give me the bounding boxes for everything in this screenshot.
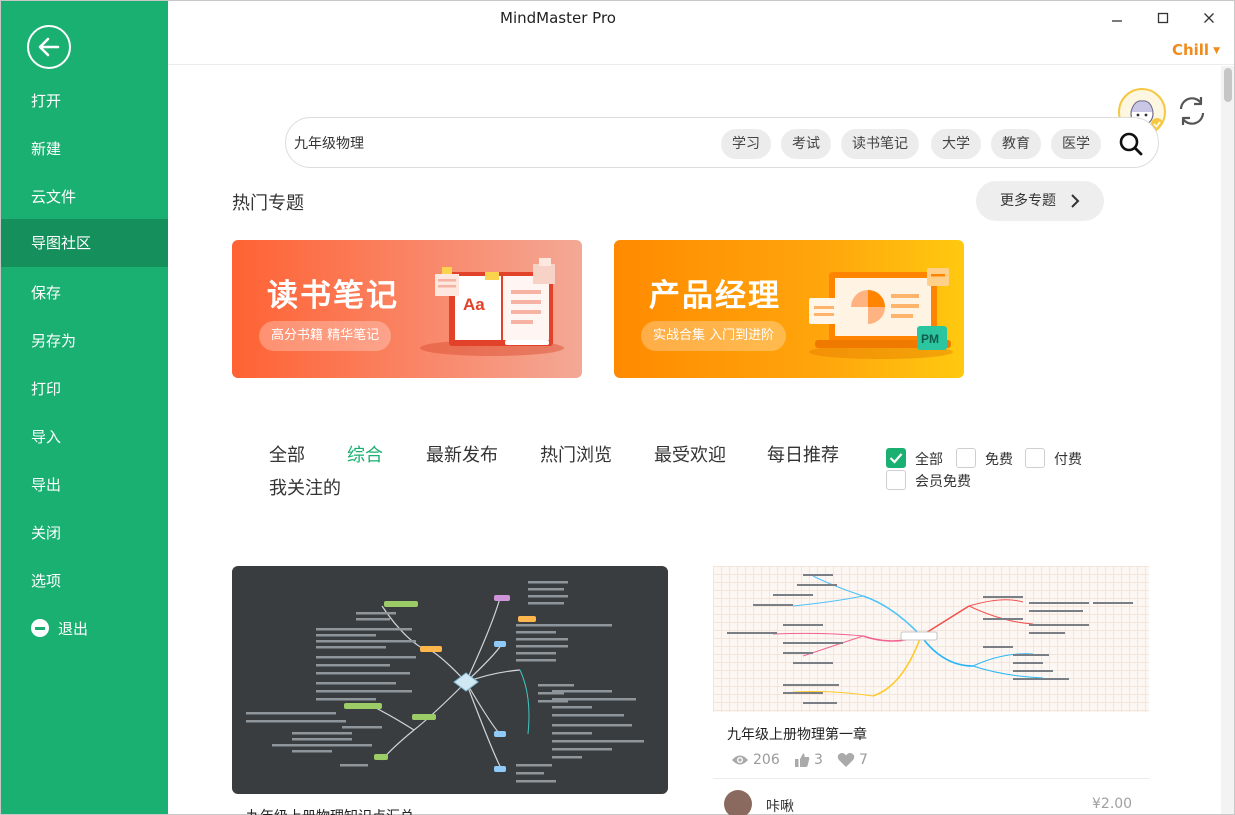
banner-reading-notes[interactable]: 读书笔记 高分书籍 精华笔记 Aa — [232, 240, 582, 378]
mindmap-thumbnail-dark — [246, 581, 644, 783]
tab-daily-picks[interactable]: 每日推荐 — [767, 441, 839, 467]
sidebar-item-options[interactable]: 选项 — [1, 557, 168, 605]
sidebar-item-community[interactable]: 导图社区 — [1, 219, 168, 267]
tab-most-popular[interactable]: 最受欢迎 — [654, 441, 726, 467]
more-topics-button[interactable]: 更多专题 — [976, 181, 1104, 221]
tab-hot-views[interactable]: 热门浏览 — [540, 441, 612, 467]
sidebar-item-exit[interactable]: 退出 — [1, 605, 168, 653]
card-divider — [713, 778, 1149, 779]
arrow-left-icon — [38, 37, 60, 57]
minimize-icon — [1112, 20, 1122, 22]
app-title: MindMaster Pro — [500, 9, 616, 27]
pm-badge: PM — [921, 332, 939, 346]
scrollbar-thumb[interactable] — [1224, 68, 1232, 102]
search-bar: 学习 考试 读书笔记 大学 教育 医学 — [285, 117, 1159, 168]
favorite-count-value: 7 — [859, 752, 868, 768]
like-count[interactable]: 3 — [794, 752, 823, 768]
filter-member-free-checkbox[interactable] — [886, 470, 906, 490]
filter-all-checkbox[interactable] — [886, 448, 906, 468]
sidebar-item-import[interactable]: 导入 — [1, 413, 168, 461]
chevron-right-icon — [1071, 194, 1080, 208]
filter-free-label: 免费 — [985, 452, 1013, 468]
view-count-value: 206 — [753, 752, 780, 768]
banner-subtitle: 实战合集 入门到进阶 — [641, 321, 787, 351]
search-tag-education[interactable]: 教育 — [991, 129, 1041, 159]
tab-following[interactable]: 我关注的 — [269, 474, 341, 500]
search-tag-study[interactable]: 学习 — [721, 129, 771, 159]
filter-member-free-label: 会员免费 — [915, 474, 971, 490]
user-name: Chill — [1171, 41, 1210, 59]
view-count: 206 — [731, 752, 780, 768]
banner-subtitle: 高分书籍 精华笔记 — [259, 321, 392, 351]
mindmap-card-thumbnail[interactable] — [232, 566, 668, 794]
tab-all[interactable]: 全部 — [269, 441, 305, 467]
sidebar-item-exit-label: 退出 — [58, 620, 89, 638]
hot-topics-title: 热门专题 — [232, 193, 304, 214]
tab-latest[interactable]: 最新发布 — [426, 441, 498, 467]
sidebar-item-close[interactable]: 关闭 — [1, 509, 168, 557]
close-window-button[interactable] — [1197, 7, 1221, 29]
maximize-button[interactable] — [1151, 7, 1175, 29]
thumbs-up-icon — [795, 753, 810, 767]
filter-paid-checkbox[interactable] — [1025, 448, 1045, 468]
more-topics-label: 更多专题 — [1000, 193, 1056, 209]
search-tag-university[interactable]: 大学 — [931, 129, 981, 159]
heart-icon — [837, 753, 855, 767]
eye-icon — [732, 755, 748, 765]
favorite-count[interactable]: 7 — [837, 752, 868, 768]
checkmark-icon — [889, 453, 903, 464]
author-avatar[interactable] — [724, 790, 752, 815]
sidebar-item-open[interactable]: 打开 — [1, 77, 168, 125]
search-icon[interactable] — [1118, 131, 1144, 157]
search-tag-reading-notes[interactable]: 读书笔记 — [841, 129, 919, 159]
filter-paid-label: 付费 — [1054, 452, 1082, 468]
sidebar-item-new[interactable]: 新建 — [1, 125, 168, 173]
card-title[interactable]: 九年级上册物理第一章 — [727, 724, 867, 744]
filter-free-checkbox[interactable] — [956, 448, 976, 468]
card-price: ¥2.00 — [1092, 796, 1133, 812]
minimize-button[interactable] — [1105, 7, 1129, 29]
caret-down-icon: ▼ — [1213, 46, 1220, 56]
banner-product-manager[interactable]: 产品经理 实战合集 入门到进阶 PM — [614, 240, 964, 378]
banner-title: 产品经理 — [649, 278, 781, 314]
open-book-illustration: Aa — [420, 258, 564, 356]
laptop-illustration: PM — [809, 268, 953, 359]
minus-circle-icon — [31, 619, 49, 637]
sidebar-item-save[interactable]: 保存 — [1, 269, 168, 317]
title-bar: MindMaster Pro Chill ▼ — [168, 1, 1234, 65]
mindmap-thumbnail-light — [727, 574, 1133, 704]
author-name[interactable]: 咔啾 — [766, 796, 794, 815]
banner-title: 读书笔记 — [267, 278, 399, 314]
sidebar-item-print[interactable]: 打印 — [1, 365, 168, 413]
sidebar-item-export[interactable]: 导出 — [1, 461, 168, 509]
user-menu[interactable]: Chill ▼ — [1172, 41, 1220, 59]
mindmap-card-thumbnail[interactable] — [713, 566, 1149, 712]
refresh-icon[interactable] — [1173, 92, 1211, 130]
like-count-value: 3 — [814, 752, 823, 768]
back-button[interactable] — [27, 25, 71, 69]
tab-comprehensive[interactable]: 综合 — [347, 441, 383, 467]
maximize-icon — [1157, 12, 1169, 24]
sidebar-item-cloud-files[interactable]: 云文件 — [1, 173, 168, 221]
search-input[interactable] — [294, 128, 694, 158]
search-tag-medicine[interactable]: 医学 — [1051, 129, 1101, 159]
filter-all-label: 全部 — [915, 452, 943, 468]
vertical-scrollbar[interactable] — [1221, 66, 1234, 814]
sidebar-item-save-as[interactable]: 另存为 — [1, 317, 168, 365]
sidebar: 打开 新建 云文件 导图社区 保存 另存为 打印 导入 导出 关闭 选项 退出 — [1, 1, 168, 814]
close-icon — [1204, 13, 1214, 23]
card-title[interactable]: 九年级上册物理知识点汇总 — [246, 806, 414, 815]
search-tag-exam[interactable]: 考试 — [781, 129, 831, 159]
svg-text:Aa: Aa — [463, 295, 485, 314]
